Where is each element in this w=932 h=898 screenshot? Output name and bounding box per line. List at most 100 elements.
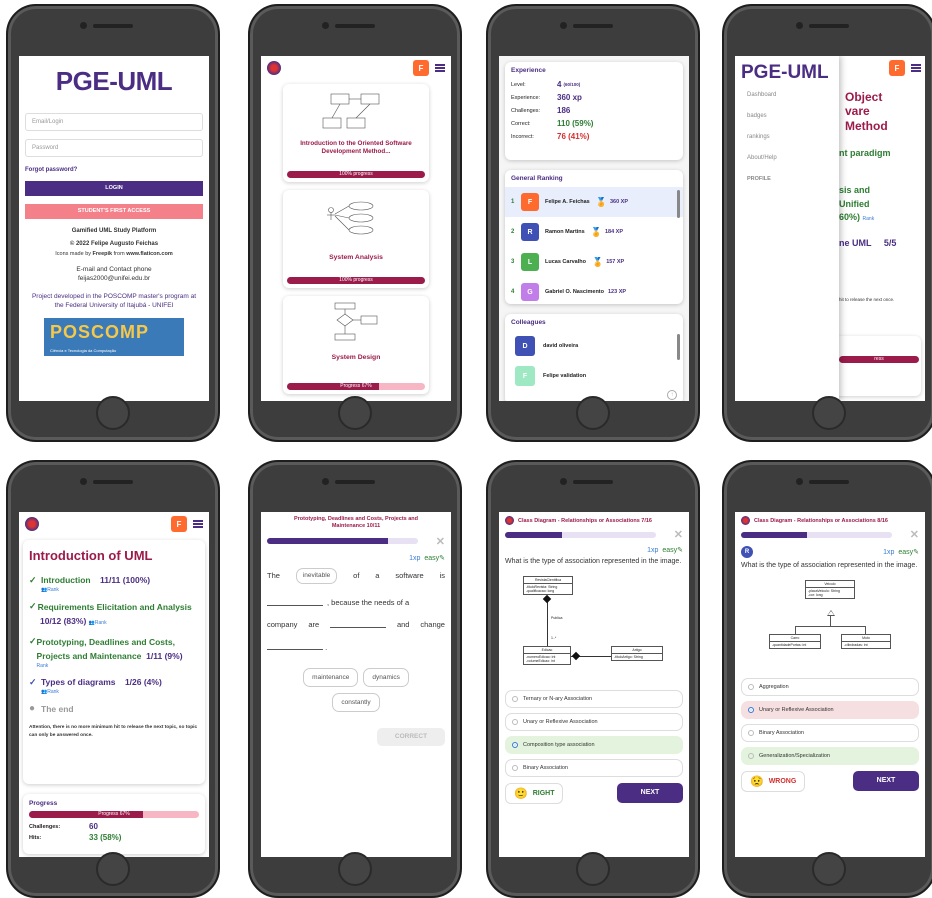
next-button[interactable]: NEXT	[617, 783, 683, 804]
modules-screen: F Introduction to the Oriented Software …	[261, 56, 451, 401]
correct-button[interactable]: CORRECT	[377, 728, 445, 746]
module-title: System Analysis	[329, 254, 383, 261]
correct-value: 110 (59%)	[557, 119, 594, 128]
answer-option-selected[interactable]: Unary or Reflexive Association	[741, 700, 919, 719]
uml-class: Moto -cilindradas: int	[841, 633, 891, 649]
first-access-button[interactable]: STUDENT'S FIRST ACCESS	[25, 204, 203, 219]
ranking-row[interactable]: 1 F Felipe A. Feichas 🏅 360 XP	[505, 187, 683, 217]
scroll-top-icon[interactable]: ↑	[667, 390, 677, 400]
close-icon[interactable]: ✕	[436, 535, 445, 548]
ranking-card: General Ranking 1 F Felipe A. Feichas 🏅 …	[505, 170, 683, 304]
ranking-row[interactable]: 4 G Gabriel O. Nascimento 123 XP	[505, 277, 683, 304]
menu-icon[interactable]	[193, 520, 203, 528]
app-logo-icon[interactable]	[505, 516, 514, 525]
composition-diamond-icon	[542, 594, 552, 604]
phone-dashboard: Experience Level: 4 (60/100) Experience: 36…	[486, 4, 700, 442]
answer-option[interactable]: Ternary or N-ary Association	[505, 689, 683, 708]
pencil-icon: ✎	[439, 554, 445, 562]
scrollbar[interactable]	[677, 334, 680, 360]
module-card[interactable]: System Analysis 100% progress	[283, 190, 429, 288]
close-icon[interactable]: ✕	[674, 528, 683, 541]
app-logo-icon[interactable]	[741, 516, 750, 525]
topic-item[interactable]: ✓ Requirements Elicitation and Analysis …	[29, 601, 199, 628]
uml-class: RevistaCientifica -tituloRevista: String…	[523, 575, 573, 595]
user-avatar[interactable]: F	[413, 60, 429, 76]
user-avatar[interactable]: F	[171, 516, 187, 532]
question-title: Prototyping, Deadlines and Costs, Projec…	[293, 516, 419, 530]
avatar: F	[515, 366, 535, 386]
colleague-row[interactable]: D david oliveira	[505, 331, 683, 361]
medal-icon: 🏅	[590, 226, 602, 237]
word-option[interactable]: constantly	[332, 692, 380, 712]
menu-icon[interactable]	[435, 64, 445, 72]
answer-option-correct[interactable]: Generalization/Specialization	[741, 746, 919, 765]
medal-icon: 🏅	[595, 196, 607, 207]
copyright: © 2022 Felipe Augusto Feichas	[69, 241, 159, 247]
challenges-label: Challenges:	[511, 107, 541, 114]
blank-slot[interactable]	[330, 620, 387, 629]
filled-chip[interactable]: inevitable	[295, 567, 338, 585]
ranking-row[interactable]: 3 L Lucas Carvalho 🏅 157 XP	[505, 247, 683, 277]
avatar: F	[521, 193, 539, 211]
login-button[interactable]: LOGIN	[25, 181, 203, 196]
rank-link[interactable]: 👥Rank	[41, 689, 162, 695]
answer-option[interactable]: Unary or Reflexive Association	[505, 712, 683, 731]
progress-card: Progress Progress 67% Challenges: 60 Hits…	[23, 794, 205, 854]
answer-option[interactable]: Binary Association	[741, 723, 919, 742]
blank-slot[interactable]	[267, 598, 323, 607]
colleague-row[interactable]: F Felipe validation	[505, 361, 683, 391]
user-avatar[interactable]: F	[889, 60, 905, 76]
module-card[interactable]: Introduction to the Oriented Software De…	[283, 84, 429, 182]
attention-note: Attention, there is no more minimum hit …	[29, 725, 198, 738]
contact-email: feijas2000@unifei.edu.br	[77, 275, 150, 282]
avatar: L	[521, 253, 539, 271]
avatar: D	[515, 336, 535, 356]
menu-icon[interactable]	[911, 64, 921, 72]
uml-class: Edicao -numeroEdicao: int -volumeEdicao:…	[523, 645, 571, 665]
smile-icon: 🙂	[514, 787, 528, 800]
colleagues-title: Colleagues	[511, 319, 546, 326]
topic-item[interactable]: ✓ Introduction 11/11 (100%) 👥Rank	[29, 575, 199, 593]
menu-item-dashboard[interactable]: Dashboard	[747, 92, 839, 113]
app-logo-icon[interactable]	[267, 61, 281, 75]
uml-diagram: RevistaCientifica -tituloRevista: String…	[505, 572, 683, 690]
rank-link[interactable]: 👥Rank	[89, 620, 107, 626]
password-input[interactable]: Password	[25, 139, 203, 157]
question-meta: 1xp easy✎	[883, 549, 919, 556]
topic-item[interactable]: ✓ Types of diagrams 1/26 (4%) 👥Rank	[29, 677, 199, 695]
blank-slot[interactable]	[267, 642, 323, 651]
medal-icon: 🏅	[591, 256, 604, 267]
check-icon: ✓	[29, 677, 37, 688]
phone-modules: F Introduction to the Oriented Software …	[248, 4, 462, 442]
close-icon[interactable]: ✕	[910, 528, 919, 541]
level-sub: (60/100)	[563, 82, 581, 87]
login-screen: PGE-UML Email/Login Password Forgot pass…	[19, 56, 209, 401]
progress-title: Progress	[29, 800, 58, 807]
rank-link[interactable]: 👥Rank	[41, 587, 150, 593]
next-button[interactable]: NEXT	[853, 771, 919, 792]
platform-subtitle: Gamified UML Study Platform	[71, 228, 157, 234]
quiz-wrong-screen: Class Diagram - Relationships or Associa…	[735, 512, 925, 857]
menu-item-rankings[interactable]: rankings	[747, 134, 839, 155]
ranking-row[interactable]: 2 R Ramon Martins 🏅 184 XP	[505, 217, 683, 247]
topics-card: Introduction of UML ✓ Introduction 11/11…	[23, 540, 205, 784]
word-option[interactable]: maintenance	[303, 667, 359, 687]
menu-item-profile[interactable]: PROFILE	[747, 176, 839, 197]
user-avatar[interactable]: R	[741, 546, 753, 558]
menu-item-about[interactable]: About/Help	[747, 155, 839, 176]
app-logo-icon[interactable]	[25, 517, 39, 531]
rank-link[interactable]: Rank	[37, 663, 199, 669]
email-input[interactable]: Email/Login	[25, 113, 203, 131]
word-option[interactable]: dynamics	[363, 667, 409, 687]
question-title: Class Diagram - Relationships or Associa…	[754, 517, 888, 524]
answer-option-selected[interactable]: Composition type association	[505, 735, 683, 754]
answer-option[interactable]: Aggregation	[741, 677, 919, 696]
topic-item[interactable]: ✓ Prototyping, Deadlines and Costs, Proj…	[29, 636, 199, 669]
phone-side-menu: F Object vare Method nt paradigm sis and Un…	[722, 4, 932, 442]
forgot-password-link[interactable]: Forgot password?	[25, 167, 203, 173]
answer-option[interactable]: Binary Association	[505, 758, 683, 777]
menu-item-badges[interactable]: badges	[747, 113, 839, 134]
scrollbar[interactable]	[677, 190, 680, 218]
module-card[interactable]: System Design Progress 67%	[283, 296, 429, 394]
experience-card: Experience Level: 4 (60/100) Experience: 36…	[505, 62, 683, 160]
